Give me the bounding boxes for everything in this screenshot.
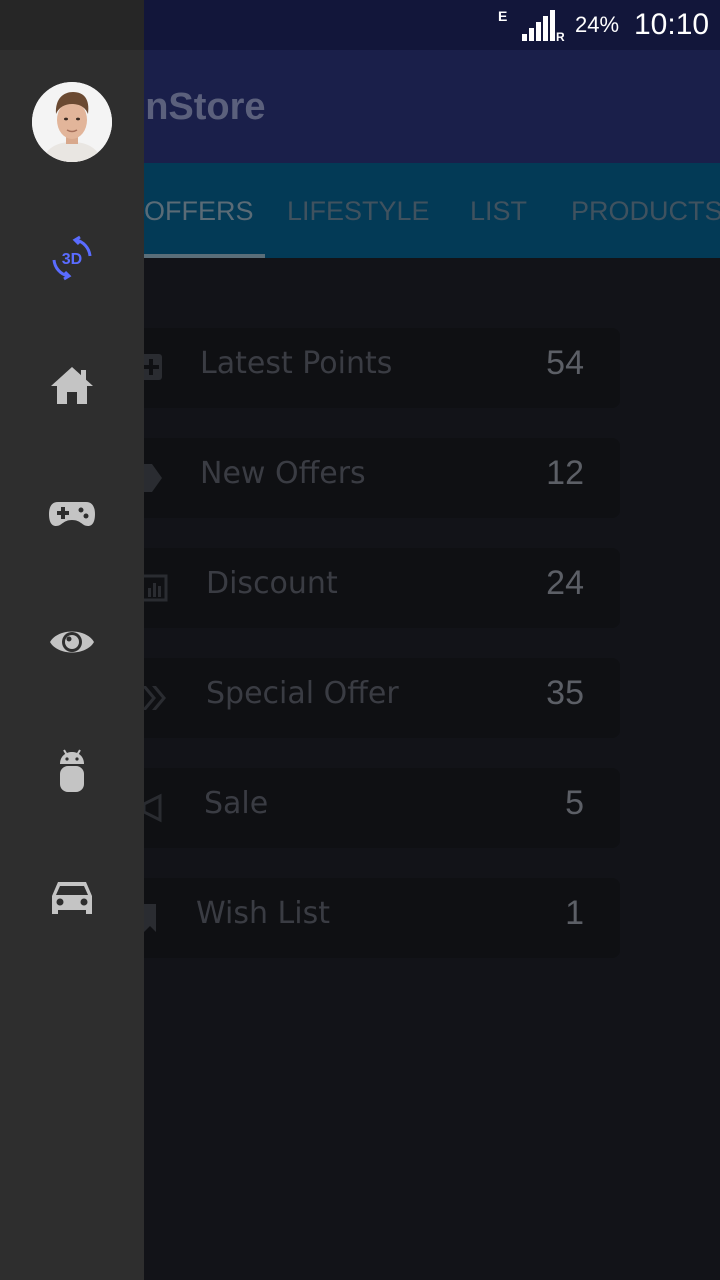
drawer-status-area [0, 0, 144, 50]
list-item-label: Latest Points [200, 346, 393, 381]
battery-level: 24% [575, 12, 620, 37]
list-item-label: Discount [206, 566, 338, 601]
list-item[interactable]: Latest Points 54 [120, 328, 620, 408]
rotate-3d-icon[interactable]: 3D [48, 234, 96, 282]
navigation-drawer: 3D [0, 0, 144, 1280]
list-item-count: 12 [546, 454, 584, 492]
screen: E R 24% 10:10 onStore OFFERS LIFESTYLE L… [0, 0, 720, 1280]
list-item-count: 1 [565, 894, 584, 932]
list-item[interactable]: Sale 5 [120, 768, 620, 848]
signal-icon: R [522, 10, 565, 42]
list-item[interactable]: Discount 24 [120, 548, 620, 628]
gamepad-icon[interactable] [48, 490, 96, 538]
user-portrait-icon [32, 82, 112, 162]
list-item-count: 35 [546, 674, 584, 712]
tab-lifestyle[interactable]: LIFESTYLE [287, 163, 430, 258]
tab-list[interactable]: LIST [470, 163, 527, 258]
list-item-count: 24 [546, 564, 584, 602]
tab-products[interactable]: PRODUCTS [571, 163, 720, 258]
avatar[interactable] [32, 82, 112, 162]
eye-icon[interactable] [48, 618, 96, 666]
list-item-count: 5 [565, 784, 584, 822]
list-item-label: Special Offer [206, 676, 399, 711]
car-icon[interactable] [48, 874, 96, 922]
android-icon[interactable] [48, 746, 96, 794]
list-item-label: Sale [204, 786, 269, 821]
network-type: E [498, 8, 508, 24]
list-item[interactable]: Wish List 1 [120, 878, 620, 958]
rotate-3d-label: 3D [62, 251, 82, 268]
roaming-indicator: R [556, 30, 565, 42]
tab-offers[interactable]: OFFERS [144, 163, 254, 258]
list-item-label: Wish List [196, 896, 330, 931]
list-item-label: New Offers [200, 456, 366, 491]
list-item[interactable]: Special Offer 35 [120, 658, 620, 738]
list-item[interactable]: New Offers 12 [120, 438, 620, 518]
home-icon[interactable] [48, 362, 96, 410]
list-item-count: 54 [546, 344, 584, 382]
clock: 10:10 [634, 8, 710, 41]
